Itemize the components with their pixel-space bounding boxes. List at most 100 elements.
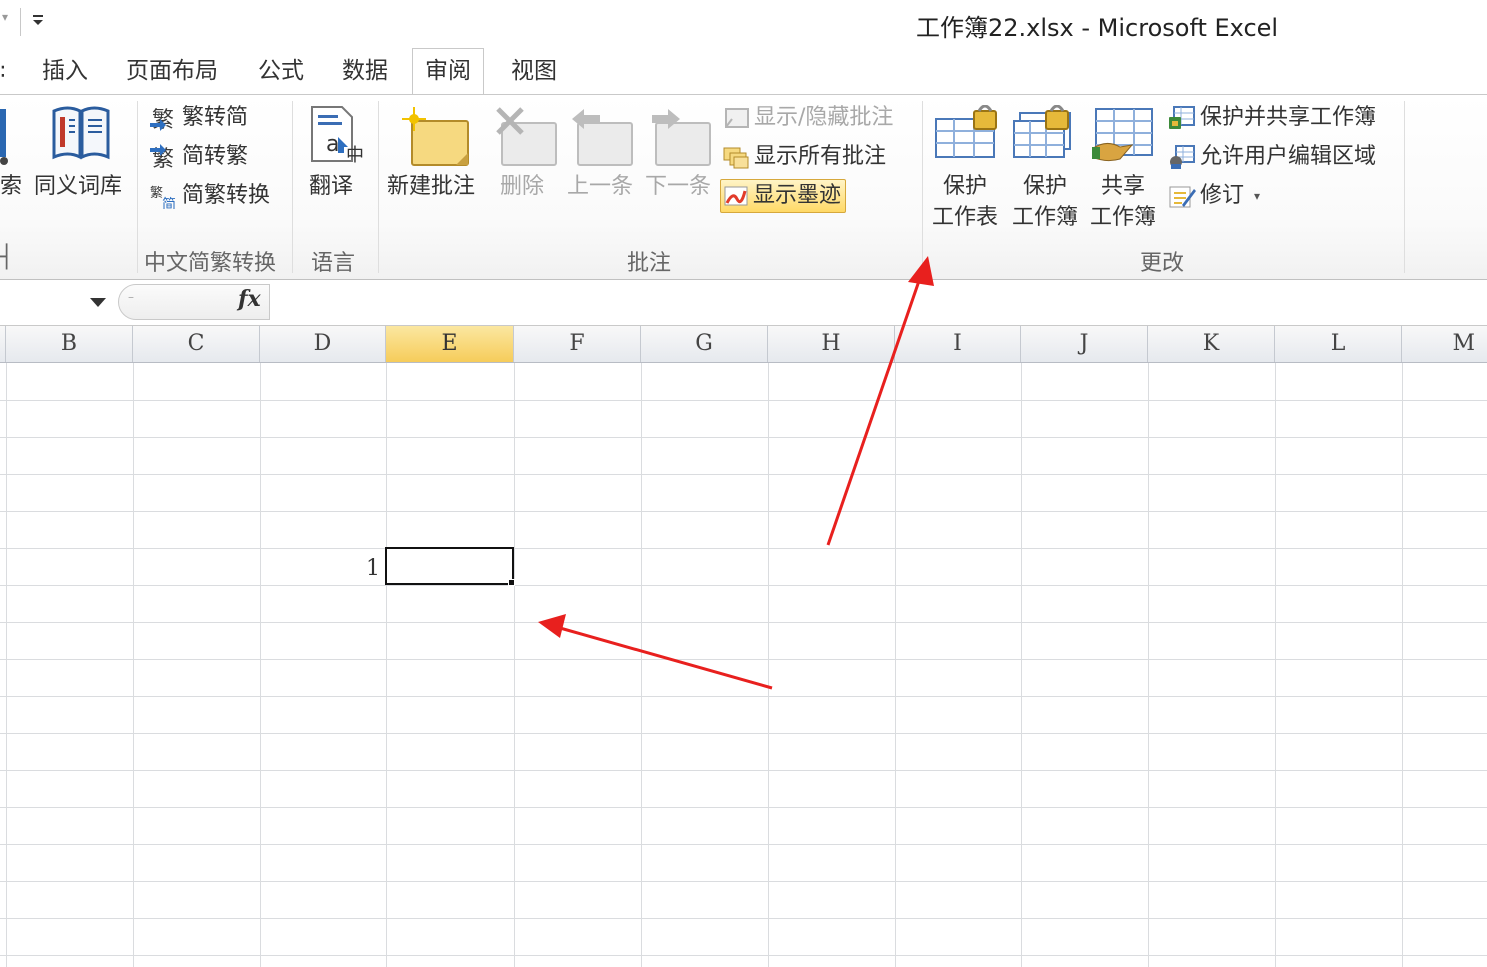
grid-line bbox=[0, 659, 1487, 660]
chinese-conversion-label: 简繁转换 bbox=[182, 183, 271, 208]
column-header-i[interactable]: I bbox=[895, 326, 1021, 362]
comments-group-label: 批注 bbox=[627, 251, 672, 276]
show-hide-comment-icon bbox=[722, 105, 750, 131]
changes-group-label: 更改 bbox=[1140, 251, 1185, 276]
svg-text:中: 中 bbox=[346, 145, 364, 166]
svg-text:简: 简 bbox=[162, 196, 176, 209]
protect-workbook-icon bbox=[1012, 104, 1078, 171]
grid-line bbox=[0, 400, 1487, 401]
share-workbook-button[interactable]: 共享 工作簿 bbox=[1090, 171, 1156, 233]
column-header-j[interactable]: J bbox=[1021, 326, 1148, 362]
next-comment-button[interactable]: 下一条 bbox=[645, 171, 711, 202]
column-header-c[interactable]: C bbox=[133, 326, 260, 362]
previous-comment-button[interactable]: 上一条 bbox=[567, 171, 633, 202]
protect-workbook-button[interactable]: 保护 工作簿 bbox=[1012, 171, 1078, 233]
group-separator bbox=[137, 101, 138, 273]
grid-line bbox=[1021, 363, 1022, 967]
column-header-m[interactable]: M bbox=[1402, 326, 1487, 362]
svg-text:a: a bbox=[326, 132, 339, 157]
tab-data[interactable]: 数据 bbox=[342, 54, 388, 94]
grid-line bbox=[260, 363, 261, 967]
chinese-conversion-icon: 繁简 bbox=[150, 183, 178, 213]
quick-access-separator bbox=[20, 8, 21, 36]
new-comment-button[interactable]: 新建批注 bbox=[387, 171, 475, 202]
track-changes-dropdown-icon[interactable]: ▾ bbox=[1254, 179, 1260, 213]
share-workbook-label-1: 共享 bbox=[1101, 174, 1146, 199]
language-group-label: 语言 bbox=[311, 251, 356, 276]
column-header-d[interactable]: D bbox=[260, 326, 386, 362]
column-header-e[interactable]: E bbox=[386, 326, 514, 362]
allow-edit-ranges-button[interactable]: 允许用户编辑区域 bbox=[1168, 140, 1376, 174]
ribbon-tabs: ∶ 插入 页面布局 公式 数据 审阅 视图 bbox=[0, 46, 1487, 94]
simplified-to-traditional-button[interactable]: 繁 简转繁 bbox=[150, 140, 248, 174]
group-separator bbox=[378, 101, 379, 273]
research-icon bbox=[0, 105, 10, 171]
show-all-comments-button[interactable]: 显示所有批注 bbox=[722, 140, 886, 174]
grid-line bbox=[0, 770, 1487, 771]
grid-line bbox=[0, 955, 1487, 956]
tab-page-layout[interactable]: 页面布局 bbox=[126, 54, 218, 94]
track-changes-label: 修订 bbox=[1200, 183, 1245, 208]
column-header-l[interactable]: L bbox=[1275, 326, 1402, 362]
protect-sheet-button[interactable]: 保护 工作表 bbox=[932, 171, 998, 233]
traditional-to-simplified-label: 繁转简 bbox=[182, 105, 249, 130]
customize-quick-access-dropdown-icon[interactable] bbox=[30, 12, 46, 30]
grid-line bbox=[0, 548, 1487, 549]
grid-line bbox=[0, 437, 1487, 438]
track-changes-button[interactable]: 修订 ▾ bbox=[1168, 179, 1260, 213]
grid-line bbox=[641, 363, 642, 967]
research-button[interactable]: 索 bbox=[0, 171, 22, 202]
allow-edit-ranges-icon bbox=[1168, 144, 1196, 170]
translate-icon: a 中 bbox=[308, 105, 366, 171]
tab-formulas[interactable]: 公式 bbox=[258, 54, 304, 94]
new-comment-icon bbox=[402, 107, 472, 171]
tab-review[interactable]: 审阅 bbox=[412, 48, 484, 94]
traditional-to-simplified-button[interactable]: 繁 繁转简 bbox=[150, 101, 248, 135]
fill-handle[interactable] bbox=[508, 579, 515, 586]
grid-line bbox=[0, 474, 1487, 475]
tab-insert[interactable]: 插入 bbox=[42, 54, 88, 94]
quick-access-partial-icon[interactable]: ▾ bbox=[2, 10, 8, 24]
grid-line bbox=[0, 511, 1487, 512]
chinese-conversion-group-label: 中文简繁转换 bbox=[144, 251, 277, 276]
thesaurus-button[interactable]: 同义词库 bbox=[34, 171, 122, 202]
formula-input[interactable] bbox=[272, 284, 1487, 320]
grid-line bbox=[768, 363, 769, 967]
formula-bar: – fx bbox=[0, 280, 1487, 326]
allow-edit-ranges-label: 允许用户编辑区域 bbox=[1200, 144, 1377, 169]
column-header-h[interactable]: H bbox=[768, 326, 895, 362]
grid-line bbox=[0, 733, 1487, 734]
grid-line bbox=[1402, 363, 1403, 967]
grid-line bbox=[133, 363, 134, 967]
insert-function-icon[interactable]: fx bbox=[238, 286, 261, 312]
grid-line bbox=[0, 622, 1487, 623]
protect-sheet-label-2: 工作表 bbox=[932, 205, 999, 230]
name-box-dropdown-icon[interactable] bbox=[90, 298, 106, 307]
formula-bar-handle-icon[interactable]: – bbox=[128, 290, 134, 304]
column-headers: B C D E F G H I J K L M bbox=[0, 326, 1487, 363]
column-header-f[interactable]: F bbox=[514, 326, 641, 362]
protect-and-share-button[interactable]: 保护并共享工作簿 bbox=[1168, 101, 1376, 135]
show-all-comments-icon bbox=[722, 144, 750, 170]
delete-comment-button[interactable]: 删除 bbox=[500, 171, 544, 202]
protect-sheet-icon bbox=[934, 104, 1000, 171]
tab-partial-edge: ∶ bbox=[0, 60, 6, 85]
delete-comment-icon bbox=[496, 107, 560, 171]
active-cell[interactable] bbox=[385, 547, 514, 585]
chinese-conversion-button[interactable]: 繁简 简繁转换 bbox=[150, 179, 270, 213]
row-label: 1 bbox=[366, 556, 380, 581]
show-ink-icon bbox=[721, 183, 749, 209]
show-ink-button[interactable]: 显示墨迹 bbox=[720, 179, 847, 213]
show-all-comments-label: 显示所有批注 bbox=[754, 144, 887, 169]
column-header-g[interactable]: G bbox=[641, 326, 768, 362]
traditional-to-simplified-icon: 繁 bbox=[150, 105, 178, 133]
translate-button[interactable]: 翻译 bbox=[309, 171, 353, 202]
share-workbook-icon bbox=[1091, 105, 1158, 171]
column-header-k[interactable]: K bbox=[1148, 326, 1275, 362]
column-header-b[interactable]: B bbox=[6, 326, 133, 362]
window-title: 工作簿22.xlsx - Microsoft Excel bbox=[916, 14, 1279, 42]
grid-line bbox=[0, 696, 1487, 697]
show-hide-comment-button[interactable]: 显示/隐藏批注 bbox=[722, 101, 893, 135]
worksheet-grid[interactable]: B C D E F G H I J K L M 1 bbox=[0, 326, 1487, 967]
tab-view[interactable]: 视图 bbox=[511, 54, 557, 94]
